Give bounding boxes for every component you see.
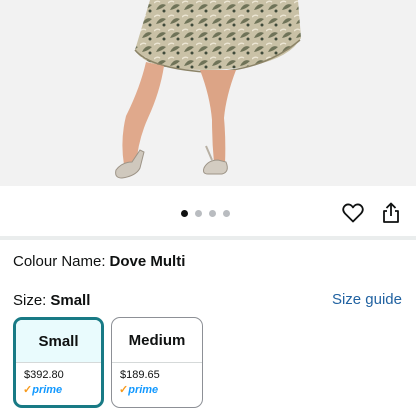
size-option-name: Small (16, 320, 101, 363)
product-image[interactable] (0, 0, 416, 186)
prime-check-icon: ✓ (23, 384, 33, 396)
carousel-dots[interactable] (181, 210, 230, 217)
size-option-small[interactable]: Small $392.80 ✓ prime (13, 317, 104, 408)
size-option-price: $392.80 (24, 369, 64, 381)
size-option-price: $189.65 (120, 369, 160, 381)
prime-label: prime (32, 383, 63, 396)
size-option-medium[interactable]: Medium $189.65 ✓ prime (111, 317, 203, 408)
colour-name: Colour Name: Dove Multi (13, 253, 185, 270)
size-option-name: Medium (112, 318, 202, 363)
prime-check-icon: ✓ (119, 384, 129, 396)
prime-badge: ✓ prime (119, 383, 202, 397)
section-divider (0, 236, 416, 240)
size-value: Small (50, 292, 91, 309)
size-selected: Size: Small (13, 292, 90, 309)
gallery-bar (0, 186, 416, 236)
prime-badge: ✓ prime (23, 383, 101, 397)
carousel-dot[interactable] (209, 210, 216, 217)
carousel-dot[interactable] (223, 210, 230, 217)
heart-icon (342, 203, 364, 223)
prime-label: prime (128, 383, 159, 396)
colour-label: Colour Name: (13, 253, 106, 270)
colour-value: Dove Multi (109, 253, 186, 270)
share-button[interactable] (378, 200, 404, 226)
size-guide-link[interactable]: Size guide (332, 291, 402, 308)
wishlist-button[interactable] (340, 200, 366, 226)
size-label: Size: (13, 292, 47, 309)
share-icon (383, 202, 399, 223)
carousel-dot[interactable] (195, 210, 202, 217)
carousel-dot-active[interactable] (181, 210, 188, 217)
product-photo (115, 0, 301, 179)
